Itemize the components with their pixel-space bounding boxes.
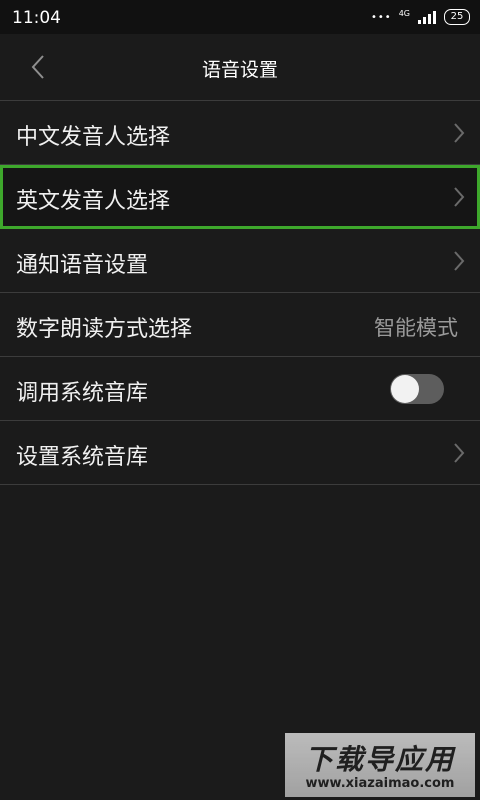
setting-label: 英文发音人选择 [16,189,171,214]
battery-icon: 25 [444,9,470,25]
watermark-main-text: 下载导应用 [304,743,455,776]
watermark-logo: 下载导应用 www.xiazaimao.com [285,733,475,797]
setting-label: 调用系统音库 [16,381,149,406]
status-bar: 11:04 ••• 4G 25 [0,0,480,34]
status-time: 11:04 [12,8,61,28]
chevron-right-icon [454,251,465,271]
setting-number-reading[interactable]: 数字朗读方式选择 智能模式 [0,293,480,357]
setting-label: 通知语音设置 [16,253,149,278]
setting-label: 数字朗读方式选择 [16,317,193,342]
setting-notification-voice[interactable]: 通知语音设置 [0,229,480,293]
status-icons: ••• 4G 25 [371,7,470,27]
chevron-right-icon [454,123,465,143]
watermark-url: www.xiazaimao.com [305,776,455,791]
chevron-right-icon [454,443,465,463]
setting-use-system-library: 调用系统音库 [0,357,480,421]
page-title: 语音设置 [201,59,278,81]
network-type: 4G [398,8,410,18]
setting-label: 中文发音人选择 [16,125,171,150]
more-dots-icon: ••• [371,11,392,23]
setting-label: 设置系统音库 [16,445,149,470]
setting-chinese-voice[interactable]: 中文发音人选择 [0,101,480,165]
toggle-knob [391,375,419,403]
setting-english-voice[interactable]: 英文发音人选择 [0,165,480,229]
chevron-right-icon [454,187,465,207]
setting-value: 智能模式 [374,316,458,340]
settings-list: 中文发音人选择 英文发音人选择 通知语音设置 数字朗读方式选择 智能模式 调用系… [0,101,480,485]
title-bar: 语音设置 [0,34,480,101]
setting-system-library[interactable]: 设置系统音库 [0,421,480,485]
signal-icon [418,11,436,24]
system-library-toggle[interactable] [390,374,444,404]
